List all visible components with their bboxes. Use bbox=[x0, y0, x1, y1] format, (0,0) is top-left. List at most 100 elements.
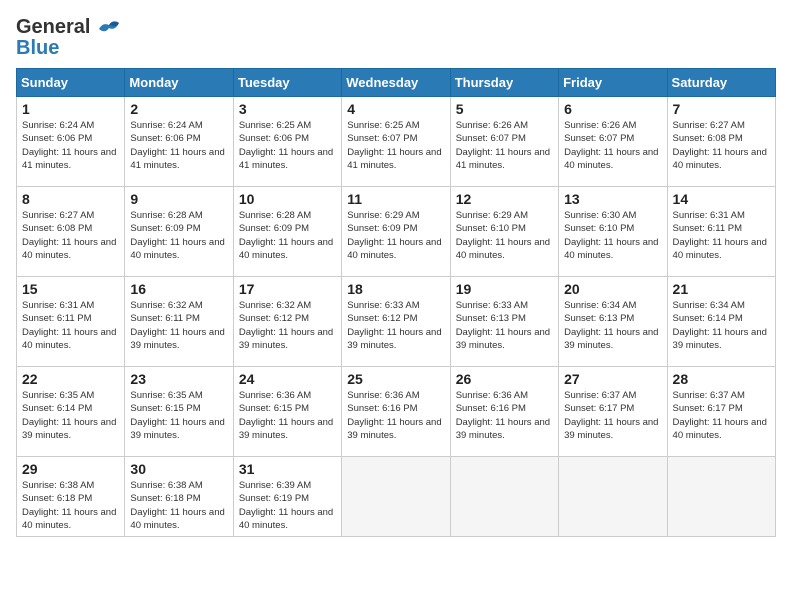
calendar-cell: 1 Sunrise: 6:24 AM Sunset: 6:06 PM Dayli… bbox=[17, 97, 125, 187]
calendar-cell: 24 Sunrise: 6:36 AM Sunset: 6:15 PM Dayl… bbox=[233, 367, 341, 457]
day-number: 11 bbox=[347, 191, 444, 207]
calendar-cell: 13 Sunrise: 6:30 AM Sunset: 6:10 PM Dayl… bbox=[559, 187, 667, 277]
day-number: 10 bbox=[239, 191, 336, 207]
calendar-cell bbox=[667, 457, 775, 537]
header-friday: Friday bbox=[559, 69, 667, 97]
day-number: 3 bbox=[239, 101, 336, 117]
day-info: Sunrise: 6:28 AM Sunset: 6:09 PM Dayligh… bbox=[130, 209, 227, 262]
day-number: 12 bbox=[456, 191, 553, 207]
day-info: Sunrise: 6:27 AM Sunset: 6:08 PM Dayligh… bbox=[673, 119, 770, 172]
header-sunday: Sunday bbox=[17, 69, 125, 97]
day-number: 7 bbox=[673, 101, 770, 117]
day-info: Sunrise: 6:36 AM Sunset: 6:16 PM Dayligh… bbox=[347, 389, 444, 442]
day-info: Sunrise: 6:36 AM Sunset: 6:16 PM Dayligh… bbox=[456, 389, 553, 442]
calendar-cell: 30 Sunrise: 6:38 AM Sunset: 6:18 PM Dayl… bbox=[125, 457, 233, 537]
day-number: 8 bbox=[22, 191, 119, 207]
calendar-cell: 21 Sunrise: 6:34 AM Sunset: 6:14 PM Dayl… bbox=[667, 277, 775, 367]
day-info: Sunrise: 6:38 AM Sunset: 6:18 PM Dayligh… bbox=[22, 479, 119, 532]
calendar-cell: 15 Sunrise: 6:31 AM Sunset: 6:11 PM Dayl… bbox=[17, 277, 125, 367]
day-number: 22 bbox=[22, 371, 119, 387]
day-info: Sunrise: 6:37 AM Sunset: 6:17 PM Dayligh… bbox=[564, 389, 661, 442]
day-number: 2 bbox=[130, 101, 227, 117]
day-info: Sunrise: 6:36 AM Sunset: 6:15 PM Dayligh… bbox=[239, 389, 336, 442]
day-number: 6 bbox=[564, 101, 661, 117]
calendar-cell: 18 Sunrise: 6:33 AM Sunset: 6:12 PM Dayl… bbox=[342, 277, 450, 367]
day-info: Sunrise: 6:30 AM Sunset: 6:10 PM Dayligh… bbox=[564, 209, 661, 262]
day-number: 5 bbox=[456, 101, 553, 117]
day-info: Sunrise: 6:31 AM Sunset: 6:11 PM Dayligh… bbox=[673, 209, 770, 262]
day-info: Sunrise: 6:25 AM Sunset: 6:06 PM Dayligh… bbox=[239, 119, 336, 172]
day-info: Sunrise: 6:34 AM Sunset: 6:14 PM Dayligh… bbox=[673, 299, 770, 352]
page-header: General Blue bbox=[16, 16, 776, 60]
calendar-cell: 2 Sunrise: 6:24 AM Sunset: 6:06 PM Dayli… bbox=[125, 97, 233, 187]
day-info: Sunrise: 6:38 AM Sunset: 6:18 PM Dayligh… bbox=[130, 479, 227, 532]
calendar-cell: 26 Sunrise: 6:36 AM Sunset: 6:16 PM Dayl… bbox=[450, 367, 558, 457]
day-info: Sunrise: 6:29 AM Sunset: 6:09 PM Dayligh… bbox=[347, 209, 444, 262]
calendar-cell: 28 Sunrise: 6:37 AM Sunset: 6:17 PM Dayl… bbox=[667, 367, 775, 457]
logo: General Blue bbox=[16, 16, 121, 60]
calendar-cell: 16 Sunrise: 6:32 AM Sunset: 6:11 PM Dayl… bbox=[125, 277, 233, 367]
day-number: 13 bbox=[564, 191, 661, 207]
calendar-cell: 11 Sunrise: 6:29 AM Sunset: 6:09 PM Dayl… bbox=[342, 187, 450, 277]
day-info: Sunrise: 6:33 AM Sunset: 6:13 PM Dayligh… bbox=[456, 299, 553, 352]
calendar-cell: 3 Sunrise: 6:25 AM Sunset: 6:06 PM Dayli… bbox=[233, 97, 341, 187]
day-number: 4 bbox=[347, 101, 444, 117]
day-info: Sunrise: 6:37 AM Sunset: 6:17 PM Dayligh… bbox=[673, 389, 770, 442]
header-saturday: Saturday bbox=[667, 69, 775, 97]
calendar-cell: 7 Sunrise: 6:27 AM Sunset: 6:08 PM Dayli… bbox=[667, 97, 775, 187]
day-number: 14 bbox=[673, 191, 770, 207]
day-info: Sunrise: 6:27 AM Sunset: 6:08 PM Dayligh… bbox=[22, 209, 119, 262]
day-number: 17 bbox=[239, 281, 336, 297]
day-number: 30 bbox=[130, 461, 227, 477]
day-number: 1 bbox=[22, 101, 119, 117]
day-number: 29 bbox=[22, 461, 119, 477]
day-number: 25 bbox=[347, 371, 444, 387]
calendar-cell bbox=[559, 457, 667, 537]
logo-blue: Blue bbox=[16, 37, 59, 59]
day-info: Sunrise: 6:28 AM Sunset: 6:09 PM Dayligh… bbox=[239, 209, 336, 262]
day-number: 31 bbox=[239, 461, 336, 477]
day-number: 27 bbox=[564, 371, 661, 387]
day-number: 24 bbox=[239, 371, 336, 387]
day-info: Sunrise: 6:29 AM Sunset: 6:10 PM Dayligh… bbox=[456, 209, 553, 262]
calendar-cell: 29 Sunrise: 6:38 AM Sunset: 6:18 PM Dayl… bbox=[17, 457, 125, 537]
logo-bird-icon bbox=[97, 19, 121, 39]
day-number: 26 bbox=[456, 371, 553, 387]
calendar-cell: 23 Sunrise: 6:35 AM Sunset: 6:15 PM Dayl… bbox=[125, 367, 233, 457]
calendar-cell: 17 Sunrise: 6:32 AM Sunset: 6:12 PM Dayl… bbox=[233, 277, 341, 367]
day-info: Sunrise: 6:24 AM Sunset: 6:06 PM Dayligh… bbox=[130, 119, 227, 172]
calendar-cell: 10 Sunrise: 6:28 AM Sunset: 6:09 PM Dayl… bbox=[233, 187, 341, 277]
calendar-cell: 27 Sunrise: 6:37 AM Sunset: 6:17 PM Dayl… bbox=[559, 367, 667, 457]
calendar-cell: 25 Sunrise: 6:36 AM Sunset: 6:16 PM Dayl… bbox=[342, 367, 450, 457]
calendar-cell: 8 Sunrise: 6:27 AM Sunset: 6:08 PM Dayli… bbox=[17, 187, 125, 277]
day-info: Sunrise: 6:33 AM Sunset: 6:12 PM Dayligh… bbox=[347, 299, 444, 352]
calendar-cell: 12 Sunrise: 6:29 AM Sunset: 6:10 PM Dayl… bbox=[450, 187, 558, 277]
day-info: Sunrise: 6:25 AM Sunset: 6:07 PM Dayligh… bbox=[347, 119, 444, 172]
day-info: Sunrise: 6:24 AM Sunset: 6:06 PM Dayligh… bbox=[22, 119, 119, 172]
day-info: Sunrise: 6:32 AM Sunset: 6:12 PM Dayligh… bbox=[239, 299, 336, 352]
day-info: Sunrise: 6:31 AM Sunset: 6:11 PM Dayligh… bbox=[22, 299, 119, 352]
header-monday: Monday bbox=[125, 69, 233, 97]
day-info: Sunrise: 6:26 AM Sunset: 6:07 PM Dayligh… bbox=[564, 119, 661, 172]
calendar-cell: 31 Sunrise: 6:39 AM Sunset: 6:19 PM Dayl… bbox=[233, 457, 341, 537]
calendar-cell: 22 Sunrise: 6:35 AM Sunset: 6:14 PM Dayl… bbox=[17, 367, 125, 457]
day-info: Sunrise: 6:35 AM Sunset: 6:14 PM Dayligh… bbox=[22, 389, 119, 442]
calendar-cell: 14 Sunrise: 6:31 AM Sunset: 6:11 PM Dayl… bbox=[667, 187, 775, 277]
calendar-cell: 20 Sunrise: 6:34 AM Sunset: 6:13 PM Dayl… bbox=[559, 277, 667, 367]
day-info: Sunrise: 6:26 AM Sunset: 6:07 PM Dayligh… bbox=[456, 119, 553, 172]
calendar-cell bbox=[342, 457, 450, 537]
day-number: 9 bbox=[130, 191, 227, 207]
day-info: Sunrise: 6:32 AM Sunset: 6:11 PM Dayligh… bbox=[130, 299, 227, 352]
day-number: 20 bbox=[564, 281, 661, 297]
logo-general: General bbox=[16, 16, 90, 38]
day-number: 21 bbox=[673, 281, 770, 297]
calendar-cell bbox=[450, 457, 558, 537]
header-thursday: Thursday bbox=[450, 69, 558, 97]
header-wednesday: Wednesday bbox=[342, 69, 450, 97]
calendar-cell: 9 Sunrise: 6:28 AM Sunset: 6:09 PM Dayli… bbox=[125, 187, 233, 277]
calendar-cell: 4 Sunrise: 6:25 AM Sunset: 6:07 PM Dayli… bbox=[342, 97, 450, 187]
day-number: 18 bbox=[347, 281, 444, 297]
calendar-cell: 19 Sunrise: 6:33 AM Sunset: 6:13 PM Dayl… bbox=[450, 277, 558, 367]
calendar-table: Sunday Monday Tuesday Wednesday Thursday… bbox=[16, 68, 776, 537]
day-number: 15 bbox=[22, 281, 119, 297]
